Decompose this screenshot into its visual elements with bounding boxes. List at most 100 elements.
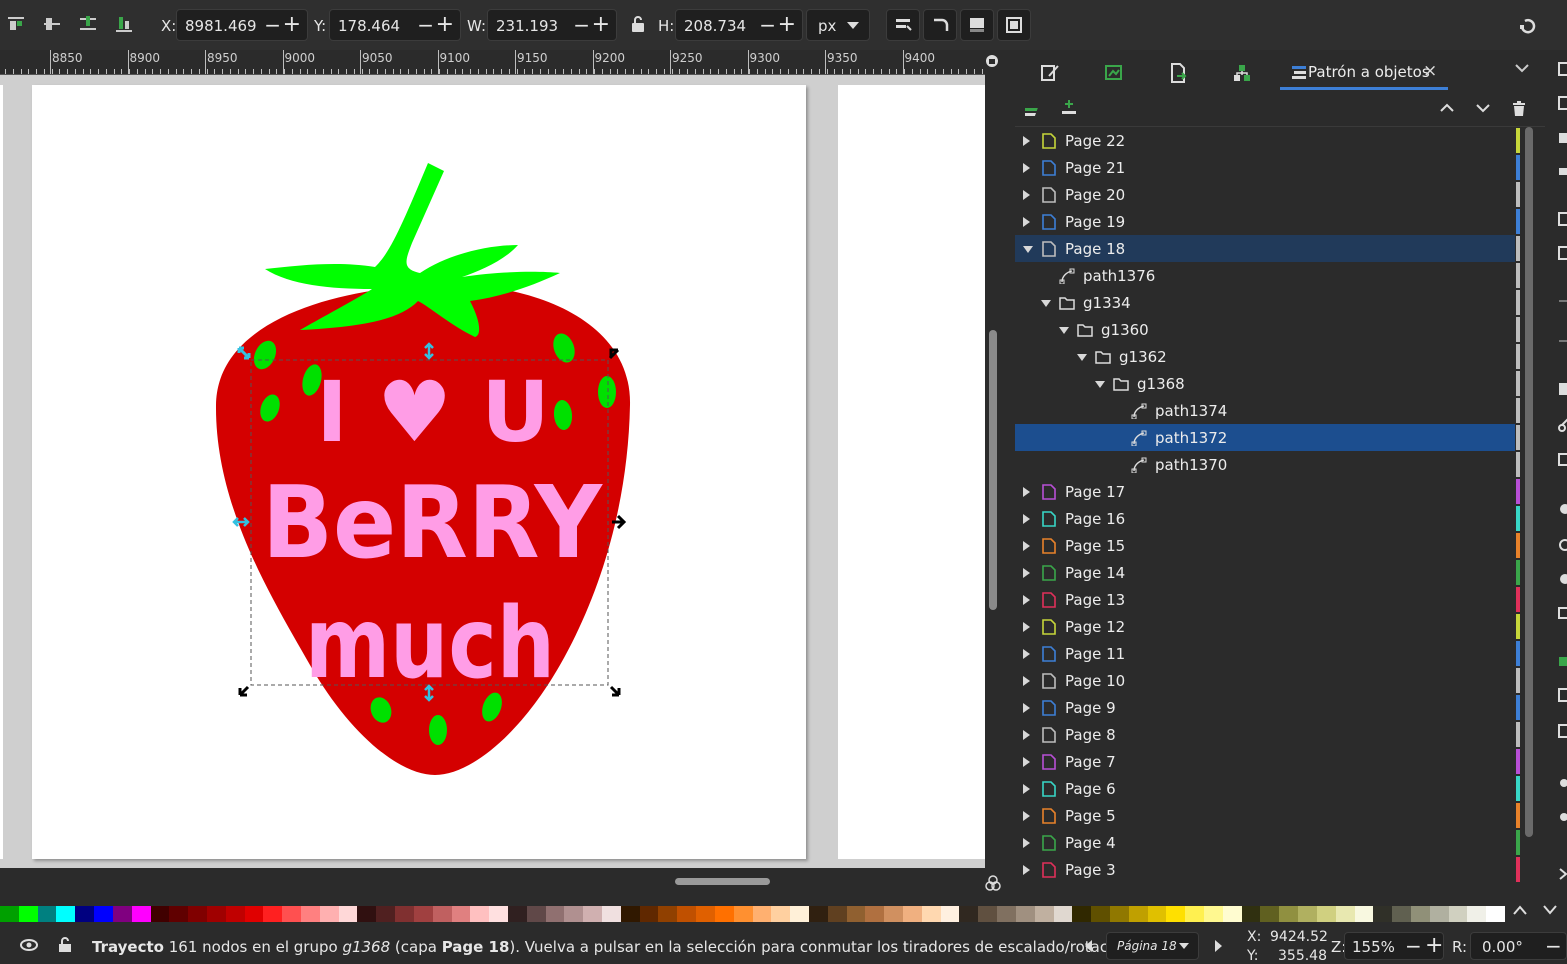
palette-swatch[interactable]: [1260, 906, 1280, 922]
x-field[interactable]: 8981.469 − +: [176, 9, 308, 41]
tree-row-page[interactable]: Page 16: [1015, 505, 1515, 532]
palette-swatch[interactable]: [18, 906, 38, 922]
clone-icon[interactable]: [1558, 688, 1567, 702]
palette-swatch[interactable]: [790, 906, 809, 922]
palette-swatch[interactable]: [376, 906, 396, 922]
duplicate-icon[interactable]: [1558, 654, 1567, 668]
palette-swatch[interactable]: [1392, 906, 1411, 922]
palette-swatch[interactable]: [357, 906, 377, 922]
palette-swatch[interactable]: [225, 906, 245, 922]
add-layer-icon[interactable]: [1025, 102, 1043, 118]
palette-swatch[interactable]: [1072, 906, 1092, 922]
unlink-clone-icon[interactable]: [1558, 724, 1567, 738]
h-increment-button[interactable]: +: [778, 12, 796, 37]
print-icon[interactable]: [1558, 164, 1567, 178]
expand-arrow-icon[interactable]: [1023, 757, 1030, 767]
y-field[interactable]: 178.464 − +: [329, 9, 461, 41]
move-up-icon[interactable]: [1440, 103, 1454, 113]
tree-row-page[interactable]: Page 19: [1015, 208, 1515, 235]
visibility-eye-icon[interactable]: [20, 938, 38, 952]
palette-swatch[interactable]: [1166, 906, 1186, 922]
palette-swatch[interactable]: [696, 906, 715, 922]
palette-swatch[interactable]: [771, 906, 791, 922]
next-page-icon[interactable]: [1214, 940, 1222, 952]
palette-swatch[interactable]: [1335, 906, 1355, 922]
strawberry-artwork[interactable]: I ♥ U BeRRY much: [0, 75, 985, 868]
add-group-icon[interactable]: [1060, 99, 1078, 117]
move-down-icon[interactable]: [1476, 103, 1490, 113]
tab-xml-icon[interactable]: [1231, 62, 1253, 84]
palette-swatch[interactable]: [1316, 906, 1336, 922]
tree-row-page[interactable]: Page 17: [1015, 478, 1515, 505]
palette-swatch[interactable]: [1410, 906, 1430, 922]
rotation-decrement-button[interactable]: −: [1545, 934, 1562, 958]
new-document-icon[interactable]: [1558, 62, 1567, 76]
scale-corners-button[interactable]: [923, 9, 957, 41]
cut-icon[interactable]: [1558, 418, 1567, 432]
canvas-vertical-scroll-thumb[interactable]: [989, 330, 997, 610]
color-manage-icon[interactable]: [984, 874, 1002, 892]
more-commands-icon[interactable]: [1558, 868, 1567, 880]
copy-icon[interactable]: [1558, 382, 1567, 396]
undo-icon[interactable]: [1558, 296, 1567, 306]
palette-swatch[interactable]: [56, 906, 76, 922]
collapse-arrow-icon[interactable]: [1023, 246, 1033, 253]
expand-arrow-icon[interactable]: [1023, 676, 1030, 686]
x-increment-button[interactable]: +: [283, 12, 301, 37]
objects-tree-scroll-thumb[interactable]: [1525, 127, 1533, 837]
w-increment-button[interactable]: +: [592, 12, 610, 37]
paste-icon[interactable]: [1558, 452, 1567, 466]
tree-row-path[interactable]: path1370: [1015, 451, 1515, 478]
collapse-arrow-icon[interactable]: [1041, 300, 1051, 307]
zoom-selection-icon[interactable]: [1558, 502, 1567, 516]
tree-row-page[interactable]: Page 6: [1015, 775, 1515, 802]
expand-arrow-icon[interactable]: [1023, 163, 1030, 173]
y-decrement-button[interactable]: −: [417, 13, 434, 37]
expand-arrow-icon[interactable]: [1023, 865, 1030, 875]
tab-export-icon[interactable]: [1103, 62, 1125, 84]
palette-swatch[interactable]: [1015, 906, 1035, 922]
align-middle-icon[interactable]: [42, 14, 62, 34]
expand-arrow-icon[interactable]: [1023, 541, 1030, 551]
expand-arrow-icon[interactable]: [1023, 730, 1030, 740]
lock-guides-icon[interactable]: [985, 52, 999, 70]
align-bottom-icon[interactable]: [114, 14, 134, 34]
scale-handle-sw[interactable]: [238, 685, 250, 697]
palette-swatch[interactable]: [1429, 906, 1449, 922]
palette-swatch[interactable]: [1091, 906, 1110, 922]
h-decrement-button[interactable]: −: [759, 13, 776, 37]
palette-swatch[interactable]: [37, 906, 57, 922]
zoom-in-button[interactable]: +: [1425, 933, 1443, 958]
palette-swatch[interactable]: [733, 906, 753, 922]
tree-row-page[interactable]: Page 14: [1015, 559, 1515, 586]
snap-icon[interactable]: [1517, 16, 1537, 36]
palette-swatch[interactable]: [639, 906, 659, 922]
palette-swatch[interactable]: [564, 906, 584, 922]
palette-swatch[interactable]: [244, 906, 264, 922]
palette-swatch[interactable]: [903, 906, 922, 922]
palette-swatch[interactable]: [583, 906, 602, 922]
collapse-arrow-icon[interactable]: [1077, 354, 1087, 361]
palette-swatch[interactable]: [1279, 906, 1299, 922]
palette-swatch[interactable]: [1448, 906, 1468, 922]
tree-row-page[interactable]: Page 3: [1015, 856, 1515, 883]
scale-handle-se[interactable]: [609, 685, 621, 697]
tree-row-page[interactable]: Page 12: [1015, 613, 1515, 640]
expand-arrow-icon[interactable]: [1023, 190, 1030, 200]
palette-swatch[interactable]: [978, 906, 998, 922]
tree-row-group[interactable]: g1362: [1015, 343, 1515, 370]
palette-swatch[interactable]: [263, 906, 283, 922]
palette-swatch[interactable]: [188, 906, 207, 922]
palette-swatch[interactable]: [432, 906, 452, 922]
palette-swatch[interactable]: [921, 906, 941, 922]
palette-swatch[interactable]: [395, 906, 414, 922]
palette-swatch[interactable]: [827, 906, 847, 922]
palette-swatch[interactable]: [1034, 906, 1054, 922]
palette-swatch[interactable]: [884, 906, 903, 922]
palette-swatch[interactable]: [507, 906, 527, 922]
y-increment-button[interactable]: +: [436, 12, 454, 37]
tab-fill-stroke-icon[interactable]: [1039, 62, 1061, 84]
tab-document-icon[interactable]: [1167, 62, 1189, 84]
palette-swatch[interactable]: [808, 906, 828, 922]
tree-row-group[interactable]: g1368: [1015, 370, 1515, 397]
